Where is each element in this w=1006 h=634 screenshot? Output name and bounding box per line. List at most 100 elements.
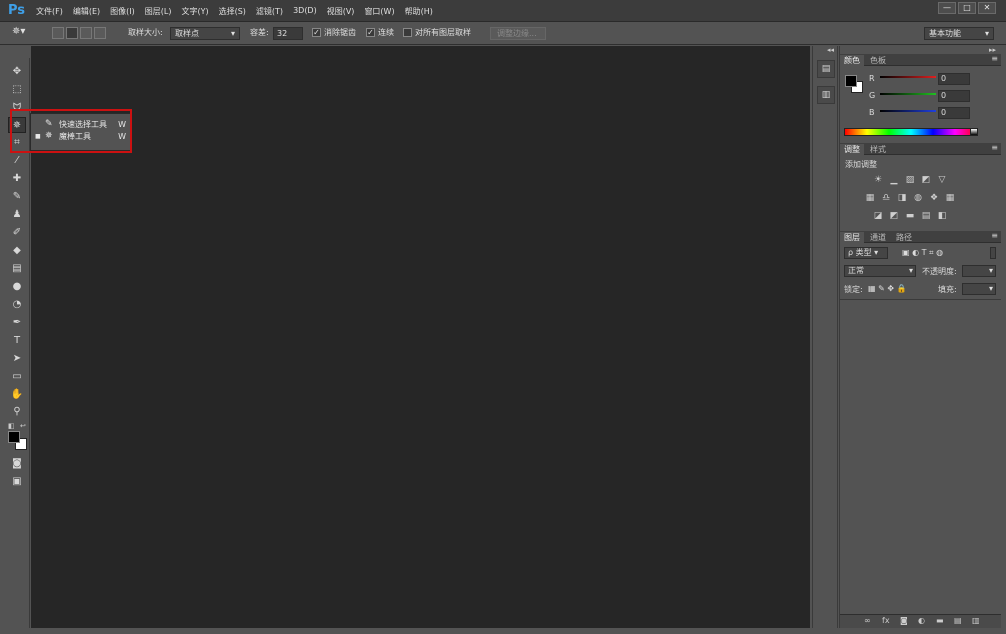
menu-view[interactable]: 视图(V): [327, 6, 355, 17]
gradient-tool-icon[interactable]: ▤: [8, 261, 26, 277]
curves-icon[interactable]: ▨: [904, 174, 916, 186]
healing-brush-icon[interactable]: ✚: [8, 171, 26, 187]
brush-tool-icon[interactable]: ✎: [8, 189, 26, 205]
layer-filter-select[interactable]: ρ 类型 ▾: [844, 247, 888, 259]
link-layers-icon[interactable]: ∞: [864, 616, 871, 625]
menu-filter[interactable]: 滤镜(T): [256, 6, 283, 17]
swap-colors-icon[interactable]: ↩: [20, 422, 26, 430]
new-selection-icon[interactable]: [52, 27, 64, 39]
menu-window[interactable]: 窗口(W): [364, 6, 394, 17]
channel-r-slider[interactable]: [880, 76, 936, 78]
panel-menu-icon[interactable]: ≡: [991, 54, 998, 63]
close-button[interactable]: ✕: [978, 2, 996, 14]
gradient-map-icon[interactable]: ▤: [920, 210, 932, 222]
eyedropper-tool-icon[interactable]: ⁄: [8, 153, 26, 169]
antialias-checkbox[interactable]: ✓: [312, 28, 321, 37]
canvas-area[interactable]: [31, 46, 810, 628]
clone-stamp-icon[interactable]: ♟: [8, 207, 26, 223]
menu-image[interactable]: 图像(I): [110, 6, 135, 17]
type-tool-icon[interactable]: T: [8, 333, 26, 349]
color-balance-icon[interactable]: ♎: [880, 192, 892, 204]
contiguous-checkbox[interactable]: ✓: [366, 28, 375, 37]
marquee-tool-icon[interactable]: ⬚: [8, 82, 26, 98]
quick-mask-icon[interactable]: ◙: [8, 456, 26, 472]
workspace-select[interactable]: 基本功能 ▾: [924, 27, 994, 40]
subtract-selection-icon[interactable]: [80, 27, 92, 39]
tab-adjustments[interactable]: 调整: [840, 144, 864, 155]
fx-icon[interactable]: fx: [882, 616, 890, 625]
maximize-button[interactable]: □: [958, 2, 976, 14]
hue-saturation-icon[interactable]: ▦: [864, 192, 876, 204]
default-colors-icon[interactable]: ◧: [8, 422, 15, 430]
minimize-button[interactable]: —: [938, 2, 956, 14]
collapse-left-icon[interactable]: ◂◂: [827, 46, 834, 54]
delete-layer-icon[interactable]: ▥: [972, 616, 980, 625]
menu-3d[interactable]: 3D(D): [293, 6, 317, 17]
opacity-input[interactable]: ▾: [962, 265, 996, 277]
color-lookup-icon[interactable]: ▦: [944, 192, 956, 204]
lock-icons[interactable]: ▦ ✎ ✥ 🔒: [868, 284, 907, 293]
blend-mode-select[interactable]: 正常 ▾: [844, 265, 916, 277]
tolerance-input[interactable]: 32: [273, 27, 303, 40]
history-brush-icon[interactable]: ✐: [8, 225, 26, 241]
screen-mode-icon[interactable]: ▣: [8, 474, 26, 490]
menu-edit[interactable]: 编辑(E): [73, 6, 100, 17]
panel-menu-icon[interactable]: ≡: [991, 231, 998, 240]
intersect-selection-icon[interactable]: [94, 27, 106, 39]
vibrance-icon[interactable]: ▽: [936, 174, 948, 186]
add-selection-icon[interactable]: [66, 27, 78, 39]
filter-toggle[interactable]: [990, 247, 996, 259]
menu-select[interactable]: 选择(S): [219, 6, 246, 17]
properties-panel-icon[interactable]: ▥: [817, 86, 835, 104]
new-group-icon[interactable]: ▬: [936, 616, 944, 625]
invert-icon[interactable]: ◪: [872, 210, 884, 222]
zoom-tool-icon[interactable]: ⚲: [8, 404, 26, 420]
blur-tool-icon[interactable]: ●: [8, 279, 26, 295]
magic-wand-preset-icon[interactable]: ✵▾: [12, 26, 25, 38]
collapse-right-icon[interactable]: ▸▸: [989, 46, 996, 54]
menu-file[interactable]: 文件(F): [36, 6, 63, 17]
eraser-tool-icon[interactable]: ◆: [8, 243, 26, 259]
tab-swatches[interactable]: 色板: [866, 55, 890, 66]
channel-g-value[interactable]: 0: [938, 90, 970, 102]
photo-filter-icon[interactable]: ◍: [912, 192, 924, 204]
menu-type[interactable]: 文字(Y): [181, 6, 208, 17]
color-fg-swatch[interactable]: [845, 75, 857, 87]
rectangle-tool-icon[interactable]: ▭: [8, 369, 26, 385]
pen-tool-icon[interactable]: ✒: [8, 315, 26, 331]
tab-styles[interactable]: 样式: [866, 144, 890, 155]
exposure-icon[interactable]: ◩: [920, 174, 932, 186]
tab-channels[interactable]: 通道: [866, 232, 890, 243]
menu-layer[interactable]: 图层(L): [145, 6, 172, 17]
channel-r-value[interactable]: 0: [938, 73, 970, 85]
tab-paths[interactable]: 路径: [892, 232, 916, 243]
sample-size-select[interactable]: 取样点 ▾: [170, 27, 240, 40]
layer-filter-icons[interactable]: ▣ ◐ T ⌗ ◍: [902, 248, 943, 258]
tab-layers[interactable]: 图层: [840, 232, 864, 243]
adjustment-layer-icon[interactable]: ◐: [918, 616, 925, 625]
posterize-icon[interactable]: ◩: [888, 210, 900, 222]
hand-tool-icon[interactable]: ✋: [8, 387, 26, 403]
black-white-icon[interactable]: ◨: [896, 192, 908, 204]
channel-b-slider[interactable]: [880, 110, 936, 112]
tab-color[interactable]: 颜色: [840, 55, 864, 66]
path-selection-icon[interactable]: ➤: [8, 351, 26, 367]
color-spectrum[interactable]: [844, 128, 978, 136]
brightness-icon[interactable]: ☀: [872, 174, 884, 186]
move-tool-icon[interactable]: ✥: [8, 64, 26, 80]
levels-icon[interactable]: ▁: [888, 174, 900, 186]
channel-mixer-icon[interactable]: ❖: [928, 192, 940, 204]
refine-edge-button[interactable]: 调整边缘...: [490, 27, 546, 40]
history-panel-icon[interactable]: ▤: [817, 60, 835, 78]
channel-b-value[interactable]: 0: [938, 107, 970, 119]
dodge-tool-icon[interactable]: ◔: [8, 297, 26, 313]
spectrum-bw[interactable]: [970, 128, 978, 136]
foreground-color-swatch[interactable]: [8, 431, 20, 443]
selective-color-icon[interactable]: ◧: [936, 210, 948, 222]
layer-mask-icon[interactable]: ◙: [900, 616, 908, 625]
threshold-icon[interactable]: ▬: [904, 210, 916, 222]
menu-help[interactable]: 帮助(H): [405, 6, 433, 17]
panel-menu-icon[interactable]: ≡: [991, 143, 998, 152]
fill-input[interactable]: ▾: [962, 283, 996, 295]
new-layer-icon[interactable]: ▤: [954, 616, 962, 625]
